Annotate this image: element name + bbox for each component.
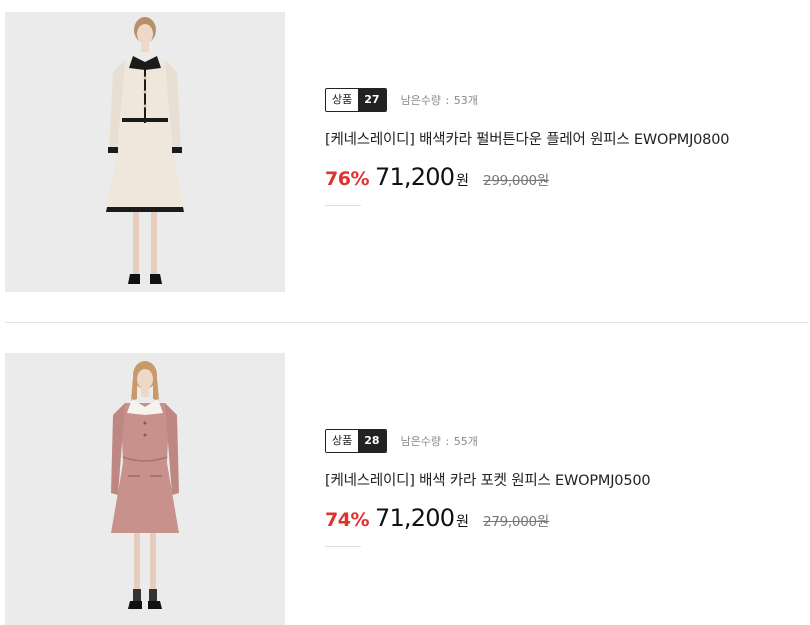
product-card[interactable]: 상품 27 남은수량 : 53개 [케네스레이디] 배색카라 펄버튼다운 플레어…	[0, 0, 810, 292]
sale-price: 71,200	[374, 504, 455, 532]
product-divider	[5, 322, 808, 323]
product-title[interactable]: [케네스레이디] 배색카라 펄버튼다운 플레어 원피스 EWOPMJ0800	[325, 128, 805, 149]
product-image[interactable]	[5, 12, 285, 292]
product-info: 상품 28 남은수량 : 55개 [케네스레이디] 배색 카라 포켓 원피스 E…	[325, 429, 805, 547]
sale-price: 71,200	[374, 163, 455, 191]
stock-value: 53개	[453, 94, 478, 107]
product-card[interactable]: 상품 28 남은수량 : 55개 [케네스레이디] 배색 카라 포켓 원피스 E…	[0, 341, 810, 625]
currency-unit: 원	[456, 173, 470, 189]
product-photo-model	[5, 353, 285, 625]
product-image[interactable]	[5, 353, 285, 625]
price-row: 74% 71,200 원 279,000원	[325, 504, 805, 532]
badge-number: 27	[358, 89, 386, 111]
badge-label: 상품	[326, 430, 359, 452]
stock-label: 남은수량	[400, 435, 442, 448]
badge-number: 28	[358, 430, 386, 452]
stock-label: 남은수량	[400, 94, 442, 107]
product-title[interactable]: [케네스레이디] 배색 카라 포켓 원피스 EWOPMJ0500	[325, 469, 805, 490]
short-divider	[325, 205, 361, 206]
product-number-badge: 상품 28	[325, 429, 387, 453]
badge-row: 상품 27 남은수량 : 53개	[325, 88, 805, 112]
short-divider	[325, 546, 361, 547]
currency-unit: 원	[456, 514, 470, 530]
product-list: 상품 27 남은수량 : 53개 [케네스레이디] 배색카라 펄버튼다운 플레어…	[0, 0, 810, 625]
discount-rate: 76%	[325, 168, 369, 190]
discount-rate: 74%	[325, 509, 369, 531]
stock-remaining: 남은수량 : 53개	[400, 94, 478, 107]
price-row: 76% 71,200 원 299,000원	[325, 163, 805, 191]
original-price: 279,000원	[483, 514, 549, 530]
stock-value: 55개	[453, 435, 478, 448]
product-info: 상품 27 남은수량 : 53개 [케네스레이디] 배색카라 펄버튼다운 플레어…	[325, 88, 805, 206]
stock-remaining: 남은수량 : 55개	[400, 435, 478, 448]
product-number-badge: 상품 27	[325, 88, 387, 112]
product-photo-model	[5, 12, 285, 292]
badge-label: 상품	[326, 89, 359, 111]
badge-row: 상품 28 남은수량 : 55개	[325, 429, 805, 453]
original-price: 299,000원	[483, 173, 549, 189]
